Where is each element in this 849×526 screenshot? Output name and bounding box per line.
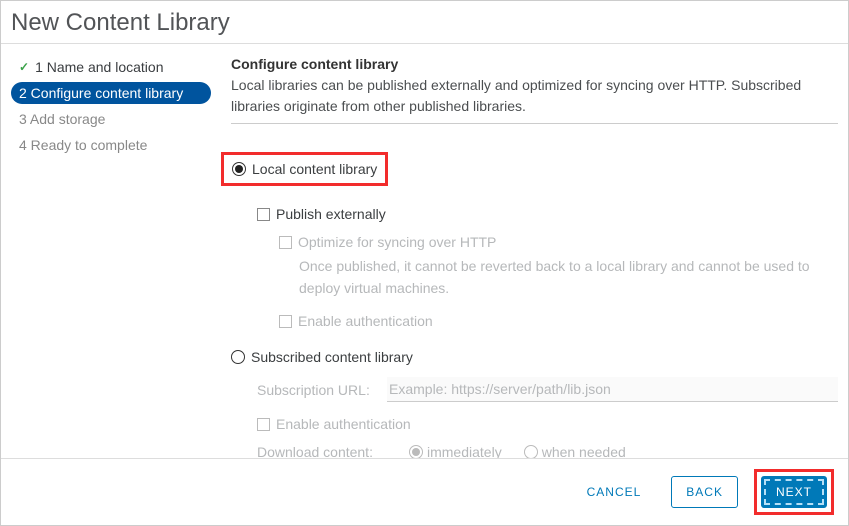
subscription-url-label: Subscription URL: <box>257 382 387 398</box>
step-configure-content-library[interactable]: 2 Configure content library <box>11 82 211 104</box>
download-immediately-radio: immediately <box>409 444 502 458</box>
section-description: Local libraries can be published externa… <box>231 75 838 117</box>
subscribed-content-library-radio[interactable]: Subscribed content library <box>231 349 838 365</box>
checkbox-icon <box>257 208 270 221</box>
step-ready-to-complete: 4 Ready to complete <box>11 134 211 156</box>
subscription-url-row: Subscription URL: <box>257 377 838 402</box>
next-button-highlight: Next <box>754 469 834 515</box>
step-add-storage: 3 Add storage <box>11 108 211 130</box>
download-content-row: Download content: immediately when neede… <box>257 444 838 458</box>
radio-icon <box>524 445 538 458</box>
optimize-syncing-checkbox: Optimize for syncing over HTTP <box>279 234 838 250</box>
cancel-button[interactable]: Cancel <box>573 477 656 507</box>
checkbox-icon <box>279 236 292 249</box>
checkbox-label: Optimize for syncing over HTTP <box>298 234 496 250</box>
download-when-needed-radio: when needed <box>524 444 626 458</box>
radio-icon <box>409 445 423 458</box>
checkbox-label: Publish externally <box>276 206 386 222</box>
radio-label: when needed <box>542 444 626 458</box>
radio-icon <box>231 350 245 364</box>
enable-authentication-checkbox-sub: Enable authentication <box>257 416 838 432</box>
optimize-note: Once published, it cannot be reverted ba… <box>299 256 838 299</box>
step-name-and-location[interactable]: ✓ 1 Name and location <box>11 56 211 78</box>
checkbox-icon <box>257 418 270 431</box>
download-content-label: Download content: <box>257 444 387 458</box>
step-label: 3 Add storage <box>19 111 105 127</box>
radio-label: Subscribed content library <box>251 349 413 365</box>
step-label: 2 Configure content library <box>19 85 183 101</box>
divider <box>231 123 838 124</box>
radio-label: Local content library <box>252 161 377 177</box>
dialog-footer: Cancel Back Next <box>1 458 848 525</box>
checkbox-label: Enable authentication <box>276 416 411 432</box>
local-content-library-radio[interactable]: Local content library <box>221 152 388 186</box>
step-label: 4 Ready to complete <box>19 137 147 153</box>
checkbox-icon <box>279 315 292 328</box>
subscription-url-input <box>387 377 838 402</box>
section-heading: Configure content library <box>231 56 838 72</box>
next-button[interactable]: Next <box>761 476 827 508</box>
step-label: 1 Name and location <box>35 59 163 75</box>
checkmark-icon: ✓ <box>19 60 29 74</box>
radio-label: immediately <box>427 444 502 458</box>
dialog-body: ✓ 1 Name and location 2 Configure conten… <box>1 44 848 458</box>
enable-authentication-checkbox: Enable authentication <box>279 313 838 329</box>
new-content-library-dialog: New Content Library ✓ 1 Name and locatio… <box>0 0 849 526</box>
radio-icon <box>232 162 246 176</box>
dialog-title: New Content Library <box>1 1 848 44</box>
back-button[interactable]: Back <box>671 476 738 508</box>
wizard-steps: ✓ 1 Name and location 2 Configure conten… <box>11 56 221 458</box>
checkbox-label: Enable authentication <box>298 313 433 329</box>
content-panel: Configure content library Local librarie… <box>221 56 838 458</box>
publish-externally-checkbox[interactable]: Publish externally <box>257 206 838 222</box>
